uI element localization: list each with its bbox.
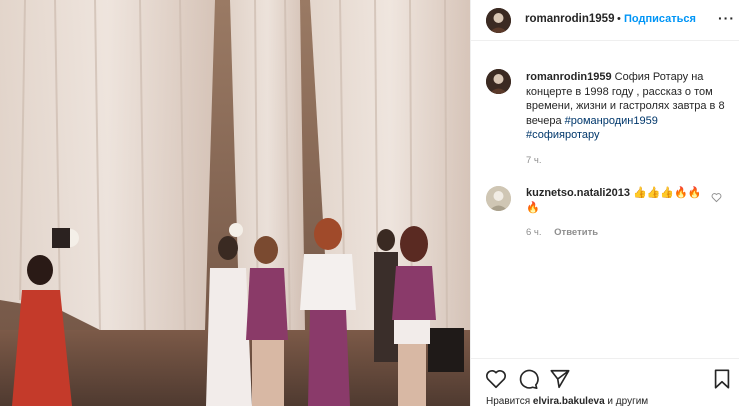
comment-meta: 6 ч. Ответить xyxy=(526,227,598,238)
comment-text: kuznetso.natali2013 👍👍👍🔥🔥🔥 xyxy=(526,186,706,216)
concert-stage-image xyxy=(0,0,470,406)
hashtag-link[interactable]: #романродин1959 xyxy=(565,115,658,127)
caption-username[interactable]: romanrodin1959 xyxy=(526,71,612,83)
post-header: romanrodin1959 • Подписаться ··· xyxy=(471,0,739,41)
commenter-username[interactable]: kuznetso.natali2013 xyxy=(526,187,630,199)
caption-avatar[interactable] xyxy=(486,69,511,94)
caption-text: romanrodin1959 София Ротару на концерте … xyxy=(526,70,731,143)
like-comment-heart-icon[interactable] xyxy=(711,192,722,203)
caption-timestamp: 7 ч. xyxy=(526,155,542,166)
heart-icon[interactable] xyxy=(485,368,507,390)
author-avatar[interactable] xyxy=(486,8,511,33)
more-options-icon[interactable]: ··· xyxy=(718,10,735,26)
likes-suffix[interactable]: и другим xyxy=(607,396,648,406)
likes-summary: Нравится elvira.bakuleva и другим xyxy=(486,396,648,406)
likes-user-link[interactable]: elvira.bakuleva xyxy=(533,396,605,406)
author-username[interactable]: romanrodin1959 xyxy=(525,13,614,25)
follow-button[interactable]: Подписаться xyxy=(624,13,696,25)
separator-dot: • xyxy=(617,13,621,25)
commenter-avatar[interactable] xyxy=(486,186,511,211)
bookmark-icon[interactable] xyxy=(711,368,733,390)
reply-button[interactable]: Ответить xyxy=(554,227,598,238)
comment-icon[interactable] xyxy=(517,368,539,390)
share-icon[interactable] xyxy=(549,368,571,390)
post-photo[interactable] xyxy=(0,0,470,406)
hashtag-link[interactable]: #софияротару xyxy=(526,129,600,141)
comment-timestamp: 6 ч. xyxy=(526,227,542,238)
post-details-panel: romanrodin1959 • Подписаться ··· romanro… xyxy=(470,0,739,406)
likes-prefix: Нравится xyxy=(486,396,531,406)
